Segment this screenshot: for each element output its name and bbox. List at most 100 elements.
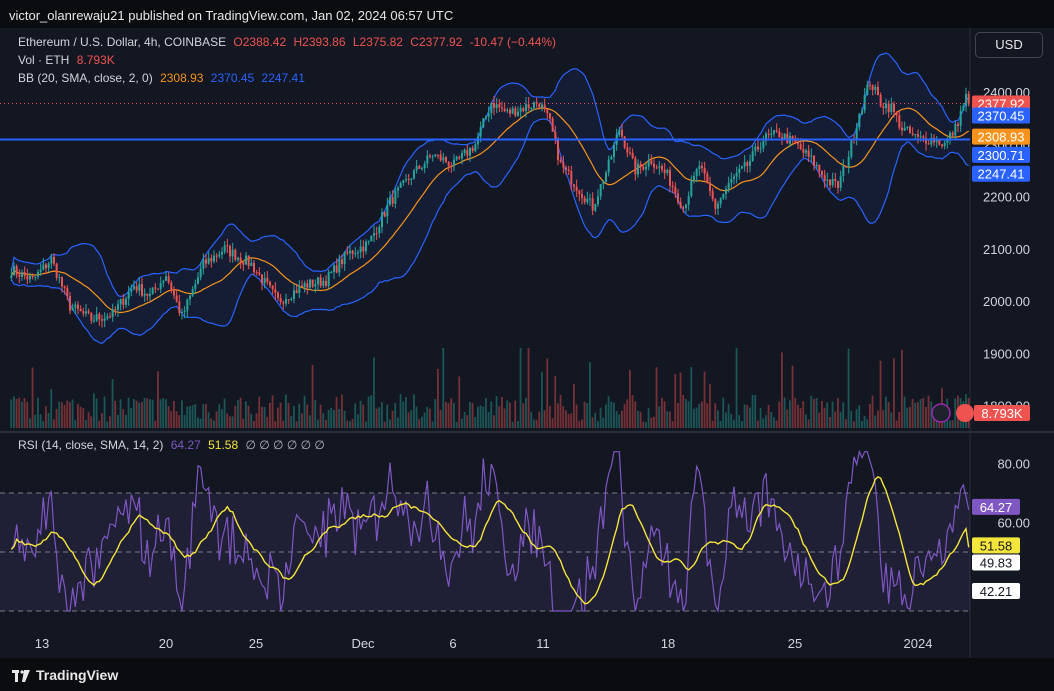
volume-bar <box>103 396 106 428</box>
volume-bar <box>578 421 581 428</box>
volume-bar <box>189 406 191 428</box>
candle-body <box>383 212 386 217</box>
candle-body <box>359 246 362 253</box>
candle-body <box>951 132 954 136</box>
volume-bar <box>461 418 463 428</box>
candle-body <box>106 316 109 319</box>
volume-bar <box>394 403 397 428</box>
volume-bar <box>637 410 639 428</box>
candle-body <box>549 113 551 119</box>
candle-body <box>93 320 95 322</box>
price-axis-label-text: 2308.93 <box>978 130 1025 145</box>
candle-body <box>557 138 559 161</box>
candle-body <box>906 126 909 128</box>
volume-bar <box>674 373 677 428</box>
volume-bar <box>759 407 762 428</box>
candle-body <box>250 262 253 267</box>
candle-body <box>754 146 757 152</box>
candle-body <box>53 256 55 264</box>
candle-body <box>479 127 482 137</box>
volume-bar <box>791 365 794 428</box>
candle-body <box>63 286 66 288</box>
volume-bar <box>466 415 469 428</box>
candle-body <box>703 168 706 174</box>
volume-bar <box>154 420 157 428</box>
candle-body <box>562 162 565 168</box>
volume-bar <box>498 406 501 428</box>
volume-bar <box>895 420 898 428</box>
candle-body <box>546 109 549 114</box>
candle-body <box>698 165 701 170</box>
volume-bar <box>906 407 909 428</box>
candle-body <box>679 202 682 208</box>
candle-body <box>514 108 517 116</box>
volume-bar <box>93 393 95 428</box>
currency-button[interactable]: USD <box>975 32 1043 58</box>
candle-body <box>882 106 885 109</box>
volume-bar <box>573 383 575 428</box>
volume-bar <box>690 367 693 428</box>
legend-low: L2375.82 <box>352 35 403 49</box>
volume-bar <box>346 420 349 428</box>
candle-body <box>445 157 447 163</box>
candle-body <box>711 191 714 200</box>
price-chart[interactable]: 2400.002300.002200.002100.002000.001900.… <box>0 28 1054 658</box>
volume-bar <box>338 409 341 428</box>
candle-body <box>831 178 834 186</box>
candle-body <box>418 165 421 169</box>
volume-bar <box>783 397 786 428</box>
candle-body <box>597 196 599 205</box>
volume-bar <box>402 401 405 428</box>
candle-body <box>591 198 594 211</box>
candle-body <box>847 156 850 167</box>
candle-body <box>450 166 453 168</box>
candle-body <box>242 262 245 265</box>
candle-body <box>570 171 573 185</box>
volume-bar <box>365 421 367 428</box>
candle-body <box>509 109 511 114</box>
volume-bar <box>31 367 34 428</box>
candle-body <box>506 109 509 112</box>
candle-body <box>58 277 61 279</box>
candle-body <box>575 186 578 191</box>
volume-bar <box>53 419 55 428</box>
candle-body <box>277 292 279 298</box>
candle-body <box>442 157 445 161</box>
price-axis-label-text: 2300.71 <box>978 148 1025 163</box>
time-tick-label: 25 <box>788 636 802 651</box>
volume-bar <box>373 357 375 428</box>
candle-body <box>685 204 687 208</box>
volume-bar <box>591 417 594 428</box>
volume-bar <box>37 397 39 428</box>
volume-bar <box>658 406 661 428</box>
volume-bar <box>455 421 458 428</box>
volume-bar <box>837 398 839 428</box>
candle-body <box>818 164 821 172</box>
volume-bar <box>130 408 133 428</box>
candle-body <box>138 284 141 291</box>
tradingview-logo[interactable]: TradingView <box>12 667 118 683</box>
candle-body <box>674 187 677 194</box>
volume-bar <box>90 416 93 428</box>
volume-bar <box>101 413 103 428</box>
volume-bar <box>535 419 538 428</box>
volume-bar <box>821 400 823 428</box>
tradingview-logo-text: TradingView <box>36 667 119 683</box>
volume-bar <box>266 416 269 428</box>
time-tick-label: 11 <box>536 636 550 651</box>
volume-bar <box>253 420 255 428</box>
volume-bar <box>410 410 413 428</box>
candle-body <box>194 283 197 290</box>
volume-bar <box>199 418 202 428</box>
candle-body <box>797 142 799 145</box>
candle-body <box>949 132 951 139</box>
volume-bar <box>391 410 394 428</box>
candle-body <box>573 184 575 187</box>
candle-body <box>493 103 495 109</box>
candle-body <box>258 272 261 275</box>
volume-bar <box>50 389 53 428</box>
volume-bar <box>250 413 253 428</box>
volume-bar <box>805 414 807 428</box>
legend-bb-label: BB (20, SMA, close, 2, 0) <box>18 71 153 85</box>
candle-body <box>802 149 805 153</box>
